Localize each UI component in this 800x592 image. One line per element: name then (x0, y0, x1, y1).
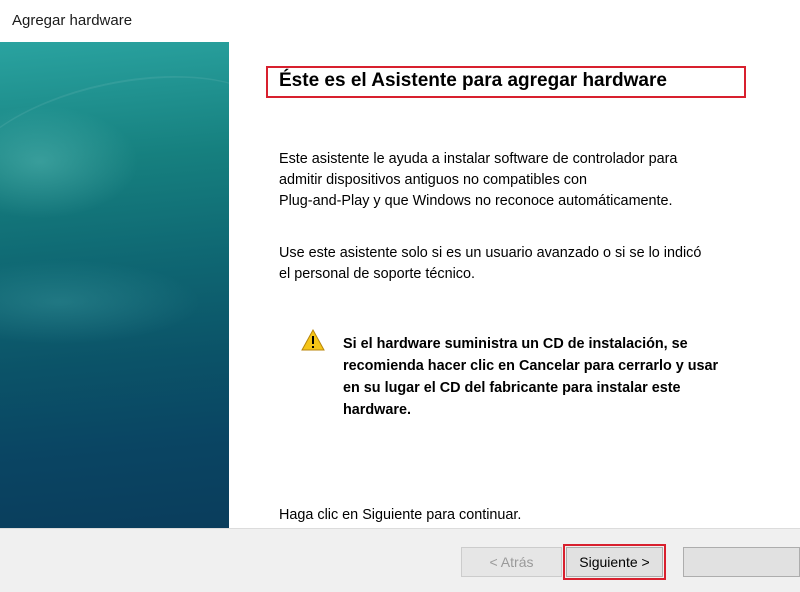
button-bar: < Atrás Siguiente > (0, 528, 800, 592)
warning-icon (301, 329, 325, 351)
cancel-button[interactable] (683, 547, 800, 577)
warning-line: Si el hardware suministra un CD de insta… (343, 336, 688, 352)
next-button[interactable]: Siguiente > (566, 547, 663, 577)
wizard-heading: Éste es el Asistente para agregar hardwa… (279, 70, 667, 91)
continue-instruction: Haga clic en Siguiente para continuar. (279, 507, 522, 523)
intro-line: admitir dispositivos antiguos no compati… (279, 172, 587, 188)
warning-line: recomienda hacer clic en Cancelar para c… (343, 358, 719, 374)
warning-line: hardware. (343, 402, 411, 418)
wizard-sidebar-banner (0, 42, 229, 528)
intro-paragraph: Este asistente le ayuda a instalar softw… (279, 149, 779, 212)
advanced-line: el personal de soporte técnico. (279, 266, 475, 282)
warning-line: en su lugar el CD del fabricante para in… (343, 380, 681, 396)
wizard-content: Éste es el Asistente para agregar hardwa… (229, 42, 800, 528)
intro-line: Este asistente le ayuda a instalar softw… (279, 151, 678, 167)
window-title: Agregar hardware (12, 12, 133, 29)
warning-message: Si el hardware suministra un CD de insta… (343, 333, 763, 421)
advanced-user-paragraph: Use este asistente solo si es un usuario… (279, 243, 779, 285)
advanced-line: Use este asistente solo si es un usuario… (279, 245, 702, 261)
back-button[interactable]: < Atrás (461, 547, 562, 577)
intro-line: Plug-and-Play y que Windows no reconoce … (279, 193, 673, 209)
title-bar: Agregar hardware (0, 0, 800, 42)
